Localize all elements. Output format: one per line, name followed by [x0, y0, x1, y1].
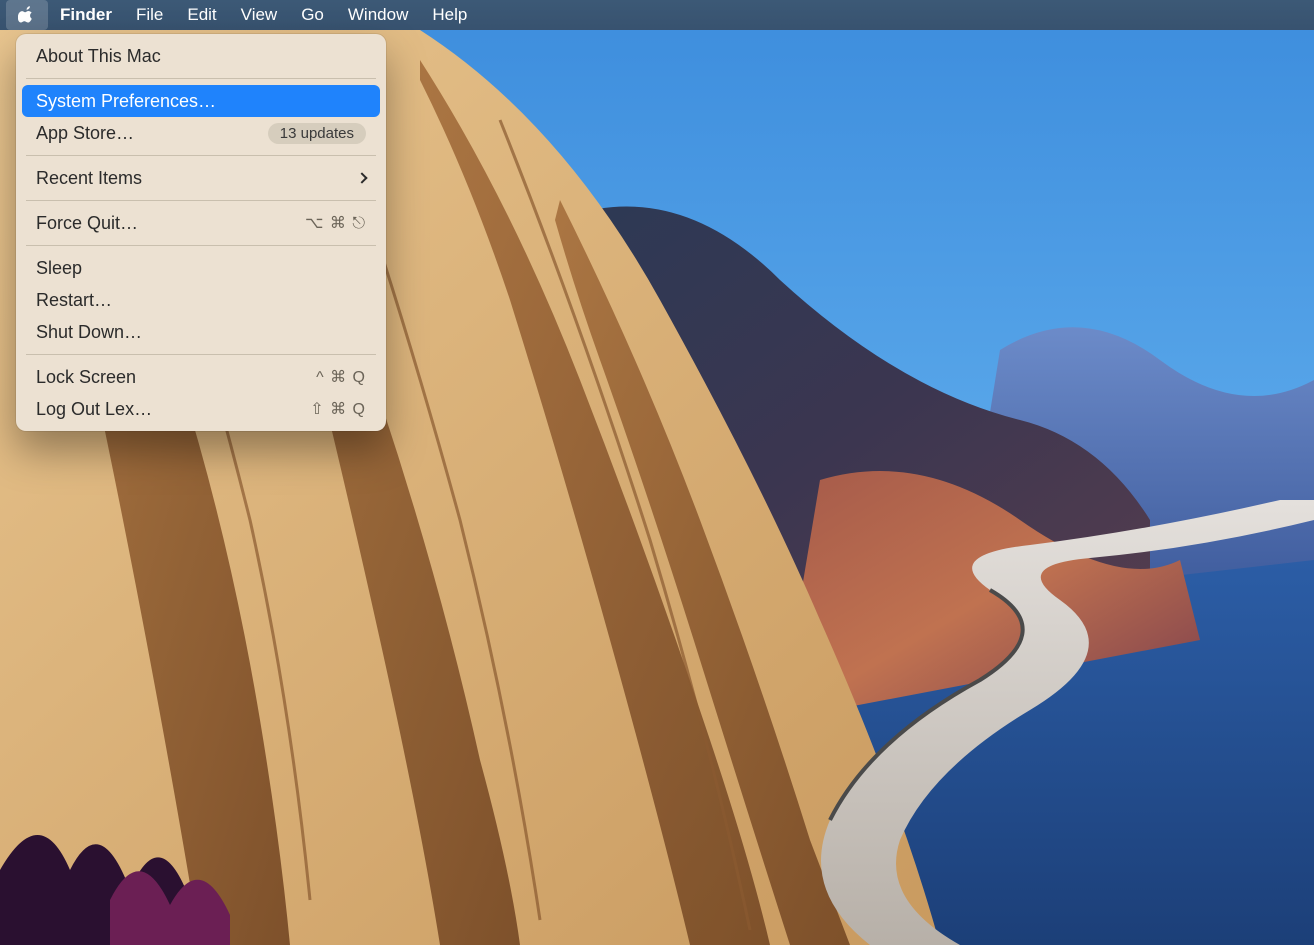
- menu-separator: [26, 354, 376, 355]
- menu-item-shortcut: ^ ⌘ Q: [316, 367, 366, 387]
- menu-item-label: Lock Screen: [36, 367, 136, 388]
- apple-menu-button[interactable]: [6, 0, 48, 30]
- menu-separator: [26, 245, 376, 246]
- menubar-item-help[interactable]: Help: [420, 0, 479, 30]
- menu-item-sleep[interactable]: Sleep: [22, 252, 380, 284]
- menu-item-restart[interactable]: Restart…: [22, 284, 380, 316]
- menu-item-label: Force Quit…: [36, 213, 138, 234]
- apple-menu-dropdown: About This Mac System Preferences… App S…: [16, 34, 386, 431]
- menubar: Finder File Edit View Go Window Help: [0, 0, 1314, 30]
- menu-item-label: Shut Down…: [36, 322, 142, 343]
- menubar-app-name[interactable]: Finder: [48, 0, 124, 30]
- menu-separator: [26, 78, 376, 79]
- menubar-item-go[interactable]: Go: [289, 0, 336, 30]
- menubar-item-file[interactable]: File: [124, 0, 175, 30]
- menu-item-shortcut: ⇧ ⌘ Q: [310, 399, 366, 419]
- menu-item-force-quit[interactable]: Force Quit… ⌥ ⌘ ⎋: [22, 207, 380, 239]
- menu-item-log-out[interactable]: Log Out Lex… ⇧ ⌘ Q: [22, 393, 380, 425]
- menubar-item-edit[interactable]: Edit: [175, 0, 228, 30]
- menu-item-label: Recent Items: [36, 168, 142, 189]
- menu-item-shortcut: ⌥ ⌘ ⎋: [305, 213, 366, 233]
- menu-item-lock-screen[interactable]: Lock Screen ^ ⌘ Q: [22, 361, 380, 393]
- desktop: Finder File Edit View Go Window Help Abo…: [0, 0, 1314, 945]
- menu-item-system-preferences[interactable]: System Preferences…: [22, 85, 380, 117]
- updates-badge: 13 updates: [268, 123, 366, 144]
- menu-item-label: Log Out Lex…: [36, 399, 152, 420]
- menubar-item-window[interactable]: Window: [336, 0, 420, 30]
- menu-item-app-store[interactable]: App Store… 13 updates: [22, 117, 380, 149]
- menu-item-label: System Preferences…: [36, 91, 216, 112]
- menu-item-shut-down[interactable]: Shut Down…: [22, 316, 380, 348]
- menu-item-label: App Store…: [36, 123, 134, 144]
- menu-item-label: Sleep: [36, 258, 82, 279]
- menu-item-label: About This Mac: [36, 46, 161, 67]
- menu-item-label: Restart…: [36, 290, 112, 311]
- menu-item-about-this-mac[interactable]: About This Mac: [22, 40, 380, 72]
- menu-item-recent-items[interactable]: Recent Items: [22, 162, 380, 194]
- apple-logo-icon: [18, 6, 36, 24]
- menu-separator: [26, 155, 376, 156]
- chevron-right-icon: [356, 172, 367, 183]
- menu-separator: [26, 200, 376, 201]
- menubar-item-view[interactable]: View: [229, 0, 290, 30]
